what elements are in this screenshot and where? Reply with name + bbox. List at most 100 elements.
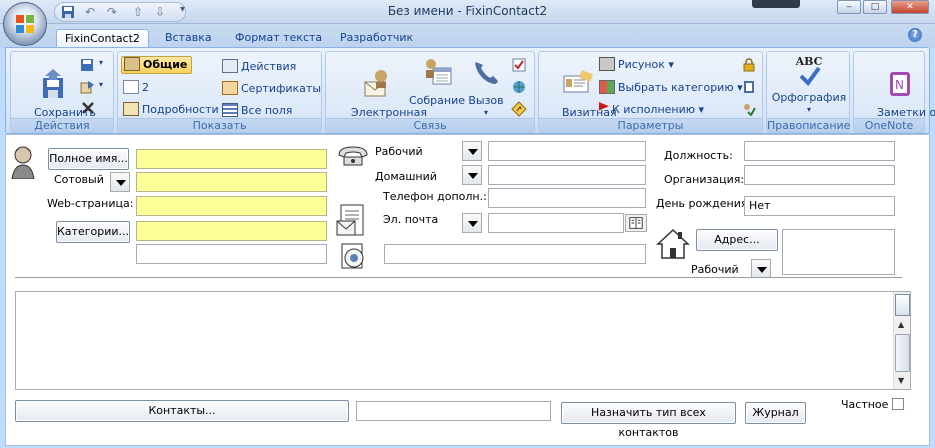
address-button[interactable]: Адрес... xyxy=(696,229,778,251)
group-onenote: N Заметки о контакте OneNote xyxy=(853,51,935,133)
phone-icon xyxy=(338,146,368,166)
company-label: Организация: xyxy=(664,173,745,186)
private-checkbox[interactable] xyxy=(892,398,904,410)
company-input[interactable] xyxy=(744,165,895,185)
address-input[interactable] xyxy=(782,229,895,275)
task-icon[interactable] xyxy=(511,57,527,73)
group-actions: Сохранить и закрыть ▾ ▾ Действия xyxy=(10,51,114,133)
phone-home-label: Домашний xyxy=(375,170,437,183)
check-names-icon[interactable] xyxy=(742,102,756,116)
birthday-label: День рождения: xyxy=(656,197,752,210)
notes-image-icon[interactable] xyxy=(895,294,910,316)
job-title-input[interactable] xyxy=(744,141,895,161)
picture-button[interactable]: Рисунок ▾ xyxy=(599,56,674,74)
show-page-2-button[interactable]: 2 xyxy=(123,79,149,97)
contacts-button[interactable]: Контакты... xyxy=(15,400,349,422)
window-controls: ‒ □ ✕ xyxy=(833,0,931,14)
categorize-icon xyxy=(599,80,615,94)
checkmark-icon xyxy=(799,66,821,86)
delete-icon[interactable] xyxy=(81,101,95,115)
email-envelope-icon xyxy=(336,204,364,236)
scroll-up-icon[interactable]: ▲ xyxy=(898,320,904,329)
show-details-button[interactable]: Подробности xyxy=(123,101,219,119)
web-page-input[interactable] xyxy=(136,196,327,216)
scroll-down-icon[interactable]: ▼ xyxy=(898,376,904,385)
group-proofing: ABC Орфография ▾ Правописание xyxy=(766,51,850,133)
meeting-label: Собрание xyxy=(408,94,466,107)
tab-format-text[interactable]: Формат текста xyxy=(227,29,330,48)
map-icon[interactable] xyxy=(511,101,527,117)
web-page-label: Web-страница: xyxy=(47,197,134,210)
forward-dropdown-icon[interactable]: ▾ xyxy=(99,80,103,89)
section-divider xyxy=(15,277,902,279)
address-type-dropdown[interactable] xyxy=(751,259,771,279)
phone-work-dropdown[interactable] xyxy=(462,141,482,161)
show-all-fields-label: Все поля xyxy=(241,104,293,117)
tab-developer[interactable]: Разработчик xyxy=(332,29,421,48)
group-label-show: Показать xyxy=(118,118,321,132)
mobile-input[interactable] xyxy=(136,172,327,192)
spelling-button[interactable]: ABC Орфография ▾ xyxy=(769,56,849,116)
scroll-thumb[interactable] xyxy=(895,334,910,372)
picture-icon xyxy=(599,57,615,71)
categories-extra-input[interactable] xyxy=(136,244,327,264)
help-icon[interactable]: ? xyxy=(908,28,922,42)
group-options: Визитная карточка Рисунок ▾ Выбрать кате… xyxy=(538,51,763,133)
journal-button[interactable]: Журнал xyxy=(745,402,806,424)
email-label: Эл. почта xyxy=(383,213,439,226)
im-address-input[interactable] xyxy=(384,244,646,264)
full-name-input[interactable] xyxy=(136,149,327,169)
ribbon-tab-row: FixinContact2 Вставка Формат текста Разр… xyxy=(0,24,935,48)
categorize-label: Выбрать категорию xyxy=(618,81,734,94)
ribbon: Сохранить и закрыть ▾ ▾ Действия Общие 2… xyxy=(5,47,935,134)
tab-insert[interactable]: Вставка xyxy=(157,29,220,48)
office-button[interactable] xyxy=(3,2,47,46)
contacts-input[interactable] xyxy=(356,401,551,421)
show-activities-label: Действия xyxy=(241,60,297,73)
notes-scrollbar[interactable]: ▲ ▼ xyxy=(893,292,910,389)
spelling-label: Орфография xyxy=(771,91,847,104)
address-book-icon[interactable] xyxy=(742,80,756,94)
maximize-button[interactable]: □ xyxy=(863,0,887,14)
show-certificates-label: Сертификаты xyxy=(241,82,322,95)
mobile-type-dropdown[interactable] xyxy=(110,172,130,192)
tab-fixincontact2[interactable]: FixinContact2 xyxy=(56,29,149,48)
notes-textarea[interactable] xyxy=(15,291,911,390)
close-button[interactable]: ✕ xyxy=(891,0,929,14)
job-title-label: Должность: xyxy=(664,149,733,162)
mobile-label: Сотовый xyxy=(54,173,104,186)
spelling-icon: ABC xyxy=(793,56,825,88)
categories-input[interactable] xyxy=(136,221,327,241)
meeting-button[interactable]: Собрание xyxy=(408,56,466,107)
phone-work-input[interactable] xyxy=(488,141,646,161)
address-book-icon[interactable] xyxy=(625,214,647,232)
save-icon[interactable] xyxy=(79,57,95,73)
show-general-button[interactable]: Общие xyxy=(121,56,193,74)
full-name-button[interactable]: Полное имя... xyxy=(48,148,129,170)
group-label-onenote: OneNote xyxy=(854,118,924,132)
assign-contact-types-button[interactable]: Назначить тип всех контактов xyxy=(561,402,736,439)
follow-up-button[interactable]: К исполнению ▾ xyxy=(599,101,704,119)
categories-button[interactable]: Категории... xyxy=(56,221,130,243)
web-page-icon[interactable] xyxy=(511,79,527,95)
phone-home-input[interactable] xyxy=(488,165,646,185)
minimize-button[interactable]: ‒ xyxy=(837,0,861,14)
call-label: Вызов xyxy=(468,94,504,107)
save-dropdown-icon[interactable]: ▾ xyxy=(99,58,103,67)
call-button[interactable]: Вызов ▾ xyxy=(466,56,506,119)
lock-icon[interactable] xyxy=(742,58,756,72)
birthday-input[interactable]: Нет xyxy=(744,196,895,216)
categorize-button[interactable]: Выбрать категорию ▾ xyxy=(599,79,743,97)
spelling-dropdown-icon[interactable]: ▾ xyxy=(769,104,849,116)
phone-home-dropdown[interactable] xyxy=(462,165,482,185)
email-input[interactable] xyxy=(488,213,624,233)
show-activities-button[interactable]: Действия xyxy=(222,58,296,76)
forward-icon[interactable] xyxy=(79,79,95,95)
calendar-icon xyxy=(426,59,452,85)
email-type-dropdown[interactable] xyxy=(462,213,482,233)
phone-extra-input[interactable] xyxy=(488,188,646,208)
flag-icon xyxy=(599,102,609,111)
show-certificates-button[interactable]: Сертификаты xyxy=(222,80,321,98)
group-show: Общие 2 Подробности Действия Сертификаты… xyxy=(117,51,322,133)
group-label-communicate: Связь xyxy=(326,118,534,132)
